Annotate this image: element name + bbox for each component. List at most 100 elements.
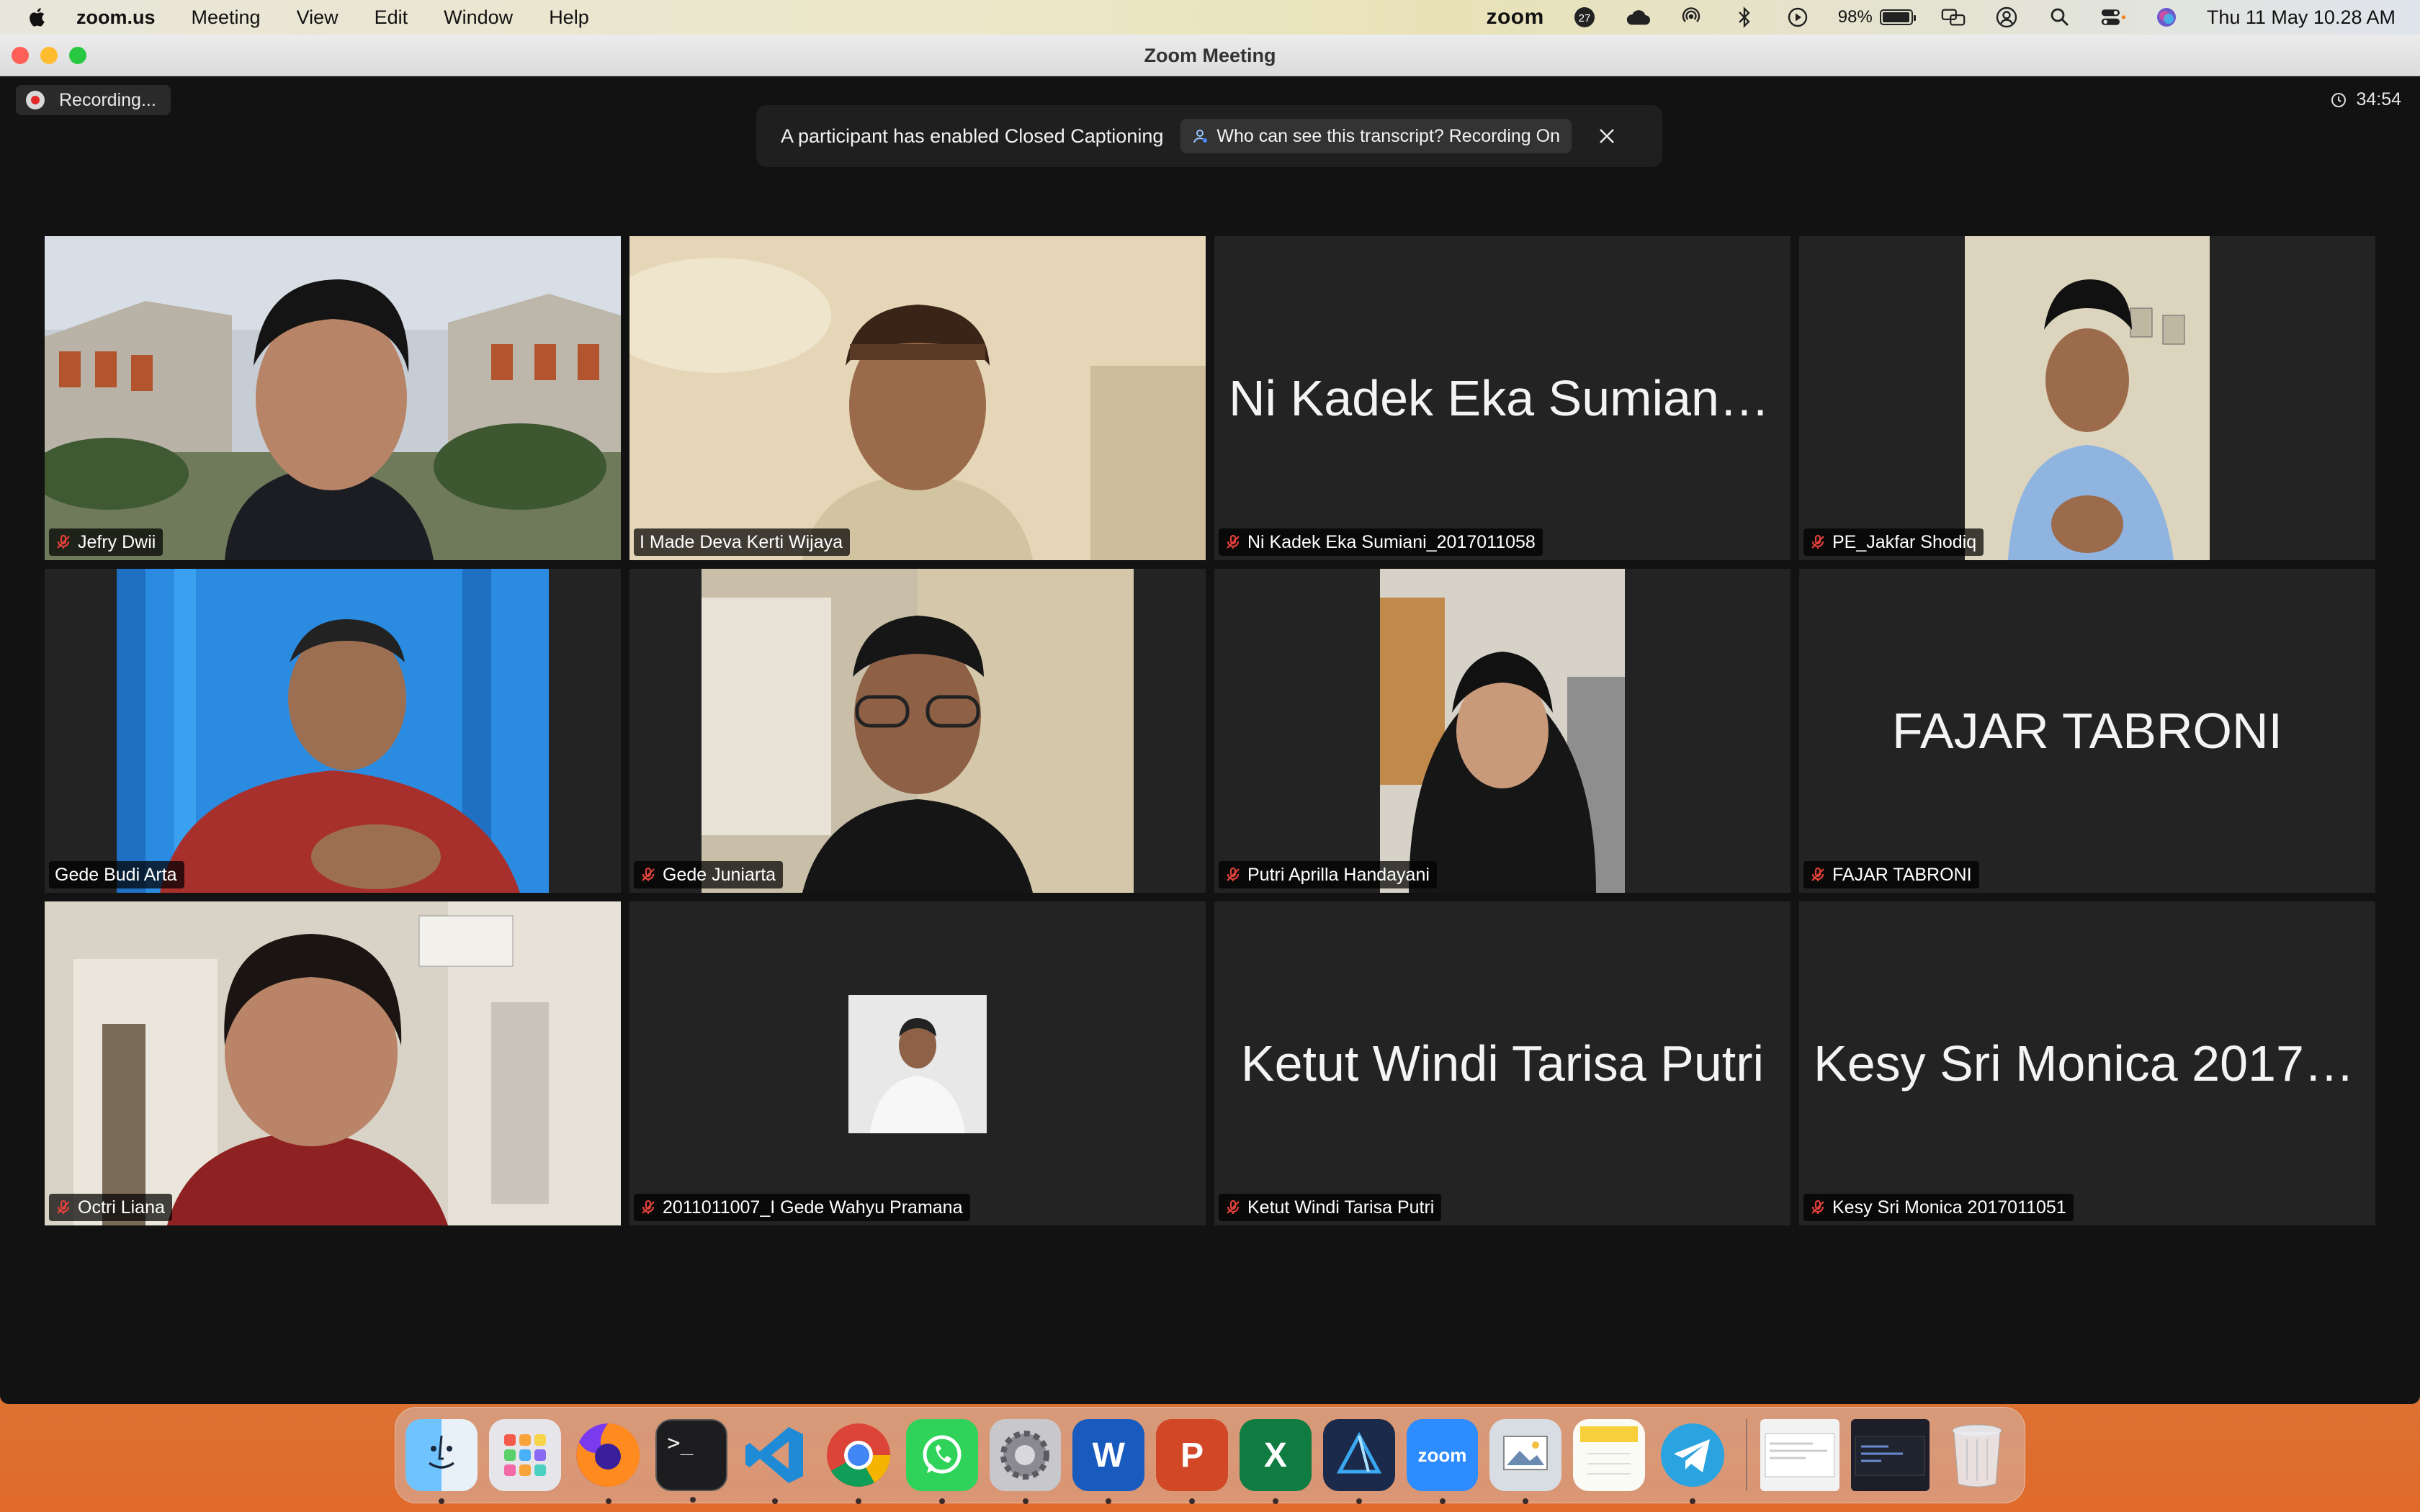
chrome-logo-icon (826, 1423, 890, 1487)
screen-mirroring-icon[interactable] (1940, 6, 1966, 28)
muted-mic-icon (1227, 1200, 1240, 1214)
finder-face-icon (428, 1435, 454, 1469)
participant-display-name: Ketut Windi Tarisa Putri (1214, 901, 1791, 1225)
closed-caption-banner: A participant has enabled Closed Caption… (756, 105, 1662, 167)
name-only-tile[interactable]: Ni Kadek Eka Sumiani_... Ni Kadek Eka Su… (1214, 236, 1791, 560)
window-titlebar[interactable]: Zoom Meeting (0, 35, 2420, 76)
menu-view[interactable]: View (297, 6, 339, 29)
muted-mic-icon (1811, 1200, 1824, 1214)
name-only-tile[interactable]: Ketut Windi Tarisa Putri Ketut Windi Tar… (1214, 901, 1791, 1225)
participant-name-tag: FAJAR TABRONI (1803, 861, 1979, 888)
firefox-icon[interactable] (573, 1419, 645, 1504)
video-feed (45, 236, 621, 560)
notification-badge-icon[interactable]: 27 (1572, 6, 1597, 28)
menu-app-name[interactable]: zoom.us (76, 6, 156, 29)
battery-icon[interactable] (1879, 9, 1916, 25)
battery-percentage: 98% (1837, 7, 1873, 27)
video-tile[interactable]: Gede Juniarta (629, 569, 1206, 893)
powerpoint-icon[interactable]: P (1156, 1419, 1228, 1504)
transcript-visibility-button[interactable]: Who can see this transcript? Recording O… (1180, 119, 1572, 153)
powerpoint-letter: P (1180, 1436, 1204, 1475)
recent-window-thumbnail[interactable] (1760, 1419, 1839, 1491)
muted-mic-icon (1811, 534, 1824, 549)
participant-name: FAJAR TABRONI (1832, 864, 1972, 885)
vscode-icon[interactable] (739, 1419, 811, 1504)
menu-edit[interactable]: Edit (375, 6, 408, 29)
timer-value: 34:54 (2356, 89, 2401, 109)
dock: >_ W P X zoom (395, 1407, 2025, 1504)
video-tile[interactable]: Jefry Dwii (45, 236, 621, 560)
video-tile[interactable]: PE_Jakfar Shodiq (1799, 236, 2375, 560)
firefox-logo-icon (576, 1423, 640, 1487)
trash-bin-icon (1952, 1424, 2002, 1488)
close-banner-button[interactable] (1596, 125, 1618, 147)
whatsapp-icon[interactable] (905, 1419, 978, 1504)
running-indicator (1022, 1498, 1028, 1504)
chrome-icon[interactable] (823, 1419, 895, 1504)
control-center-icon[interactable] (2100, 6, 2126, 28)
notes-icon[interactable] (1573, 1419, 1645, 1491)
battery-fill (1882, 12, 1910, 22)
system-settings-icon[interactable] (989, 1419, 1062, 1504)
affinity-logo-icon (1336, 1431, 1381, 1474)
terminal-icon[interactable]: >_ (655, 1419, 728, 1503)
telegram-logo-icon (1660, 1423, 1724, 1487)
profile-photo-tile[interactable]: 2011011007_I Gede Wahyu Pramana (629, 901, 1206, 1225)
running-indicator (1272, 1498, 1278, 1504)
notification-count: 27 (1578, 12, 1590, 24)
user-account-icon[interactable] (1994, 6, 2020, 28)
running-indicator (1189, 1498, 1196, 1504)
zoom-icon[interactable]: zoom (1406, 1419, 1479, 1504)
siri-icon[interactable] (2154, 6, 2179, 28)
menu-meeting[interactable]: Meeting (192, 6, 261, 29)
video-tile[interactable]: Putri Aprilla Handayani (1214, 569, 1791, 893)
menu-window[interactable]: Window (444, 6, 513, 29)
muted-mic-icon (642, 867, 655, 881)
participant-name: PE_Jakfar Shodiq (1832, 531, 1977, 552)
participant-name-tag: Putri Aprilla Handayani (1219, 861, 1437, 888)
video-tile-active-speaker[interactable]: I Made Deva Kerti Wijaya (629, 236, 1206, 560)
finder-icon[interactable] (405, 1419, 478, 1504)
airdrop-icon[interactable] (1678, 6, 1704, 28)
cloud-icon[interactable] (1625, 6, 1651, 28)
zoom-status-logo[interactable]: zoom (1486, 5, 1543, 30)
running-indicator (1689, 1498, 1695, 1504)
trash-icon[interactable] (1941, 1419, 2013, 1491)
participant-name-tag: Ketut Windi Tarisa Putri (1219, 1194, 1442, 1221)
excel-icon[interactable]: X (1239, 1419, 1312, 1504)
menu-help[interactable]: Help (549, 6, 589, 29)
participant-big-name: Ni Kadek Eka Sumiani_... (1229, 370, 1776, 426)
participant-name-tag: I Made Deva Kerti Wijaya (634, 528, 851, 556)
record-icon (26, 91, 45, 109)
video-feed (702, 569, 1134, 893)
apple-logo-icon[interactable] (27, 6, 49, 28)
participant-display-name: FAJAR TABRONI (1799, 569, 2375, 893)
muted-mic-icon (642, 1200, 655, 1214)
word-icon[interactable]: W (1072, 1419, 1145, 1504)
bluetooth-icon[interactable] (1731, 6, 1757, 28)
participant-name-tag: Octri Liana (49, 1194, 172, 1221)
close-icon (1600, 129, 1614, 143)
telegram-icon[interactable] (1657, 1419, 1729, 1504)
running-indicator (855, 1498, 861, 1504)
recording-indicator[interactable]: Recording... (16, 85, 171, 115)
menu-clock[interactable]: Thu 11 May 10.28 AM (2207, 6, 2396, 29)
caption-notice-text: A participant has enabled Closed Caption… (781, 125, 1164, 147)
muted-mic-icon (1811, 867, 1824, 881)
participant-name: Putri Aprilla Handayani (1247, 864, 1430, 885)
now-playing-icon[interactable] (1785, 6, 1811, 28)
preview-photos-icon (1503, 1436, 1549, 1470)
spotlight-search-icon[interactable] (2047, 6, 2073, 28)
dock-separator (1745, 1419, 1747, 1491)
preview-icon[interactable] (1489, 1419, 1562, 1504)
name-only-tile[interactable]: FAJAR TABRONI FAJAR TABRONI (1799, 569, 2375, 893)
running-indicator (605, 1498, 611, 1504)
video-tile[interactable]: Gede Budi Arta (45, 569, 621, 893)
affinity-designer-icon[interactable] (1322, 1419, 1395, 1504)
video-tile[interactable]: Octri Liana (45, 901, 621, 1225)
participant-name-tag: PE_Jakfar Shodiq (1803, 528, 1984, 556)
recent-vscode-window-thumbnail[interactable] (1850, 1419, 1930, 1491)
name-only-tile[interactable]: Kesy Sri Monica 20170... Kesy Sri Monica… (1799, 901, 2375, 1225)
meeting-timer: 34:54 (2330, 89, 2401, 110)
launchpad-icon[interactable] (488, 1419, 561, 1491)
